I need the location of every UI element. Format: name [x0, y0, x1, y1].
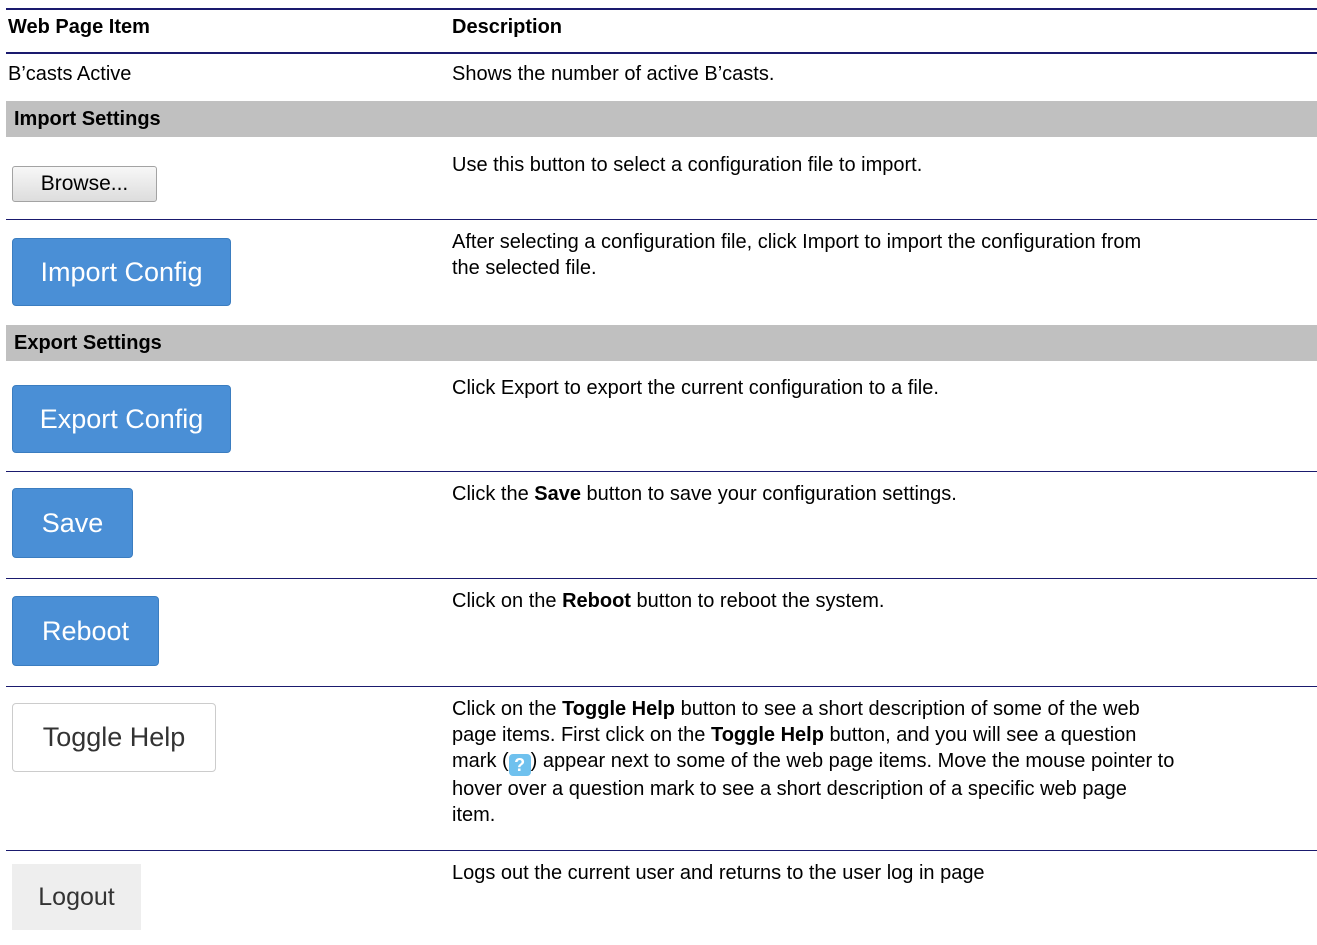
reboot-button[interactable]: Reboot — [12, 596, 159, 666]
toggle-help-description: Click on the Toggle Help button to see a… — [452, 698, 1175, 826]
export-settings-heading: Export Settings — [14, 332, 162, 354]
import-config-button[interactable]: Import Config — [12, 238, 231, 306]
column-header-description: Description — [452, 16, 563, 38]
save-button[interactable]: Save — [12, 488, 133, 558]
logout-button[interactable]: Logout — [12, 864, 141, 930]
bcasts-active-label: B’casts Active — [8, 63, 132, 85]
bcasts-active-description: Shows the number of active B’casts. — [452, 63, 775, 85]
browse-button[interactable]: Browse... — [12, 166, 157, 202]
import-config-description: After selecting a configuration file, cl… — [452, 231, 1142, 279]
save-description: Click the Save button to save your confi… — [452, 483, 957, 505]
row-divider — [6, 471, 1317, 472]
export-config-description: Click Export to export the current confi… — [452, 377, 939, 399]
column-header-web-page-item: Web Page Item — [8, 16, 150, 38]
logout-description: Logs out the current user and returns to… — [452, 862, 985, 884]
table-top-rule — [6, 8, 1317, 10]
header-rule — [6, 52, 1317, 54]
toggle-help-button[interactable]: Toggle Help — [12, 703, 216, 772]
export-config-button[interactable]: Export Config — [12, 385, 231, 453]
export-settings-section: Export Settings — [6, 325, 1317, 361]
import-settings-heading: Import Settings — [14, 108, 161, 130]
row-divider — [6, 686, 1317, 687]
browse-description: Use this button to select a configuratio… — [452, 154, 923, 176]
row-divider — [6, 578, 1317, 579]
reboot-description: Click on the Reboot button to reboot the… — [452, 590, 885, 612]
question-mark-icon: ? — [508, 754, 531, 776]
row-divider — [6, 219, 1317, 220]
import-settings-section: Import Settings — [6, 101, 1317, 137]
row-divider — [6, 850, 1317, 851]
